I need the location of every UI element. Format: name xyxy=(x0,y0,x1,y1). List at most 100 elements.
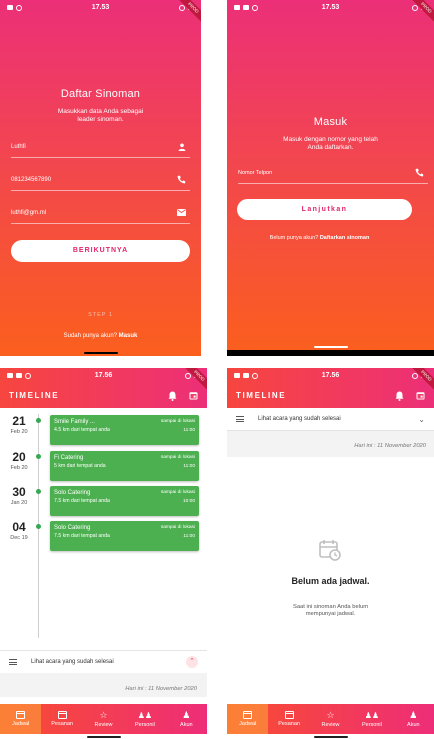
finished-events-label: Lihat acara yang sudah selesai xyxy=(258,416,341,422)
register-header: Daftar Sinoman Masukkan data Anda sebaga… xyxy=(0,88,201,124)
event-card[interactable]: Solo Catering 7.5 km dari tempat anda sa… xyxy=(50,521,199,551)
nav-label: Jadwal xyxy=(12,721,30,727)
event-time: 11:00 xyxy=(183,534,195,539)
calendar-icon[interactable] xyxy=(189,391,198,400)
chevron-up-icon: ⌃ xyxy=(186,656,198,668)
nav-pesanan[interactable]: Pesanan xyxy=(41,704,82,734)
notification-icon xyxy=(7,5,13,10)
bell-icon[interactable] xyxy=(395,391,404,401)
timeline-date: 30 Jan 20 xyxy=(8,485,30,506)
event-card[interactable]: Solo Catering 7.5 km dari tempat anda sa… xyxy=(50,486,199,516)
nav-label: Review xyxy=(321,721,340,728)
nav-personil[interactable]: ♟♟ Personil xyxy=(351,704,392,734)
nav-akun[interactable]: ♟ Akun xyxy=(166,704,207,734)
subtitle-line: Masuk dengan nomor yang telah xyxy=(283,136,378,143)
status-bar: 17.56 xyxy=(227,368,434,383)
timeline-date: 20 Feb 20 xyxy=(8,450,30,471)
subtitle-line: leader sinoman. xyxy=(77,116,124,123)
notification-icon xyxy=(234,5,240,10)
nav-jadwal[interactable]: Jadwal xyxy=(227,704,269,734)
person-icon xyxy=(178,143,186,151)
event-distance: 5 km dari tempat anda xyxy=(54,463,106,469)
home-indicator xyxy=(83,352,118,354)
bell-icon[interactable] xyxy=(168,391,177,401)
status-time: 17.53 xyxy=(321,4,340,11)
status-bar: 17.53 xyxy=(0,0,201,15)
date-month: Feb 20 xyxy=(10,429,28,435)
app-bar-title: TIMELINE xyxy=(236,391,287,400)
app-bar: TIMELINE xyxy=(0,383,207,408)
people-icon: ♟♟ xyxy=(364,710,380,720)
sync-icon xyxy=(16,4,22,11)
notification-icon xyxy=(7,373,13,378)
star-icon: ☆ xyxy=(99,709,108,720)
event-status: sampai di lokasi xyxy=(160,525,195,530)
nav-jadwal[interactable]: Jadwal xyxy=(0,704,42,734)
nav-review[interactable]: ☆ Review xyxy=(83,704,124,734)
finished-events-toggle[interactable]: Lihat acara yang sudah selesai ⌃ xyxy=(0,650,207,673)
sync-icon xyxy=(252,372,258,379)
status-time: 17.56 xyxy=(321,372,340,379)
nav-label: Jadwal xyxy=(239,721,257,727)
date-day: 20 xyxy=(12,450,26,464)
finished-events-toggle[interactable]: Lihat acara yang sudah selesai ⌄ xyxy=(227,408,434,431)
nav-label: Personil xyxy=(134,721,155,728)
register-link[interactable]: Daftarkan sinoman xyxy=(320,235,370,241)
date-month: Dec 19 xyxy=(10,535,28,541)
next-button[interactable]: BERIKUTNYA xyxy=(11,240,190,262)
subtitle-line: Masukkan data Anda sebagai xyxy=(57,108,144,115)
login-link[interactable]: Masuk xyxy=(119,333,138,339)
timeline-date: 04 Dec 19 xyxy=(8,520,30,541)
calendar-icon xyxy=(16,711,26,719)
notification-icon xyxy=(234,373,240,378)
event-status: sampai di lokasi xyxy=(160,490,195,495)
phone-value: 081234567890 xyxy=(11,176,52,183)
event-card[interactable]: Smile Family ... 4.5 km dari tempat anda… xyxy=(50,415,199,445)
nav-review[interactable]: ☆ Review xyxy=(310,704,351,734)
event-time: 11:00 xyxy=(183,464,195,469)
email-value: luthfi@gm.ml xyxy=(11,209,47,216)
today-bar: Hari ini : 11 November 2020 xyxy=(0,673,207,697)
name-field[interactable]: Luthfi xyxy=(11,136,190,158)
register-screen: 17.53 PROD Daftar Sinoman Masukkan data … xyxy=(0,0,201,356)
event-distance: 4.5 km dari tempat anda xyxy=(54,427,110,433)
date-month: Jan 20 xyxy=(10,500,28,506)
name-value: Luthfi xyxy=(11,143,26,150)
bottom-nav: Jadwal Pesanan ☆ Review ♟♟ Personil ♟ Akun xyxy=(227,704,434,734)
nav-personil[interactable]: ♟♟ Personil xyxy=(124,704,165,734)
email-field[interactable]: luthfi@gm.ml xyxy=(11,202,190,224)
phone-number-field[interactable]: Nomor Telpon xyxy=(238,162,428,184)
nav-label: Pesanan xyxy=(278,721,300,727)
event-distance: 7.5 km dari tempat anda xyxy=(54,533,110,539)
phone-icon xyxy=(177,175,186,184)
chevron-down-icon: ⌄ xyxy=(418,414,425,424)
app-bar-title: TIMELINE xyxy=(9,391,60,400)
date-day: 30 xyxy=(12,485,26,499)
sync-icon xyxy=(25,372,31,379)
today-bar: Hari ini : 11 November 2020 xyxy=(227,431,434,457)
phone-placeholder: Nomor Telpon xyxy=(238,169,273,176)
login-screen: 17.53 PROD Masuk Masuk dengan nomor yang… xyxy=(227,0,434,356)
sync-icon xyxy=(252,4,258,11)
continue-button[interactable]: Lanjutkan xyxy=(237,199,412,220)
today-label: Hari ini : 11 November 2020 xyxy=(125,686,197,692)
event-time: 11:00 xyxy=(183,428,195,433)
nav-label: Akun xyxy=(407,721,420,728)
timeline-dot xyxy=(36,489,41,494)
date-day: 04 xyxy=(12,520,26,534)
phone-icon xyxy=(415,168,424,177)
event-status: sampai di lokasi xyxy=(160,455,195,460)
home-indicator xyxy=(86,736,121,738)
cloud-icon xyxy=(243,373,249,378)
phone-field[interactable]: 081234567890 xyxy=(11,169,190,191)
empty-message: Saat ini sinoman Anda belum mempunyai ja… xyxy=(227,604,434,618)
event-card[interactable]: Fi Catering 5 km dari tempat anda sampai… xyxy=(50,451,199,481)
today-label: Hari ini : 11 November 2020 xyxy=(354,443,426,449)
page-subtitle: Masukkan data Anda sebagai leader sinoma… xyxy=(0,108,201,124)
nav-label: Akun xyxy=(180,721,193,728)
empty-title: Belum ada jadwal. xyxy=(291,576,370,586)
calendar-icon[interactable] xyxy=(416,391,425,400)
nav-pesanan[interactable]: Pesanan xyxy=(268,704,309,734)
nav-akun[interactable]: ♟ Akun xyxy=(393,704,434,734)
page-title: Masuk xyxy=(313,116,348,128)
